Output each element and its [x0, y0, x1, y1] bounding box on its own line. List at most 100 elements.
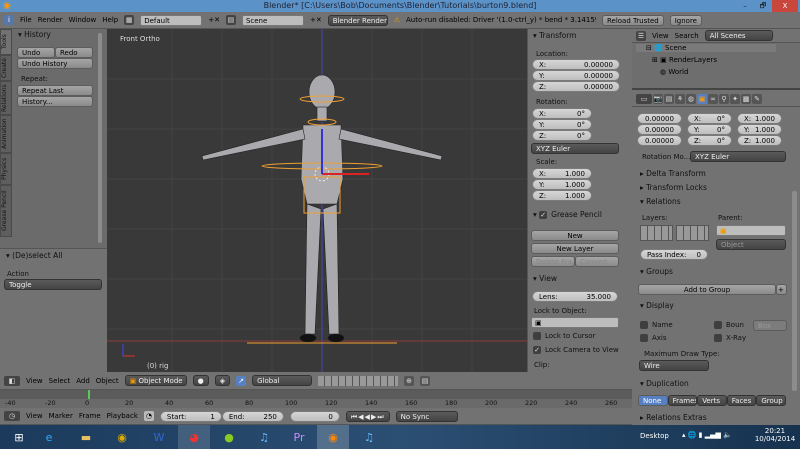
- dup-verts[interactable]: Verts: [697, 395, 727, 406]
- maximize-button[interactable]: 🗗: [754, 0, 772, 12]
- object-location-y[interactable]: 0.00000: [637, 124, 682, 135]
- minimize-button[interactable]: –: [736, 0, 754, 12]
- tab-create[interactable]: Create: [0, 55, 12, 81]
- add-group-plus-icon[interactable]: +: [776, 284, 787, 295]
- delete-frame-button[interactable]: Delete Fra...: [531, 256, 575, 267]
- word-icon[interactable]: W: [145, 425, 173, 449]
- transform-panel-title[interactable]: ▾ Transform: [533, 30, 576, 42]
- ie-icon[interactable]: e: [35, 425, 63, 449]
- outliner-item-renderlayers[interactable]: ⊞ ▣ RenderLayers: [652, 56, 717, 64]
- data-tab-icon[interactable]: ✦: [730, 93, 740, 104]
- redo-button[interactable]: Redo: [55, 47, 93, 58]
- reload-trusted-button[interactable]: Reload Trusted: [601, 14, 664, 26]
- modifiers-tab-icon[interactable]: ⚲: [719, 93, 729, 104]
- object-rotation-z[interactable]: Z: 0°: [687, 135, 732, 146]
- tool-shelf-scrollbar[interactable]: [98, 33, 102, 243]
- timeline-menu-marker[interactable]: Marker: [49, 412, 73, 420]
- tab-physics[interactable]: Physics: [0, 153, 12, 185]
- object-rotation-mode-select[interactable]: XYZ Euler: [690, 151, 786, 162]
- layout-icon[interactable]: ▦: [124, 15, 135, 25]
- tab-animation[interactable]: Animation: [0, 115, 12, 153]
- tab-tools[interactable]: Tools: [0, 29, 12, 55]
- playback-controls[interactable]: ⏮◀◀▶⏭: [345, 410, 390, 422]
- object-scale-x[interactable]: X: 1.000: [737, 113, 782, 124]
- location-y[interactable]: Y: 0.00000: [532, 70, 620, 81]
- itunes-icon[interactable]: ♫: [250, 425, 278, 449]
- explorer-icon[interactable]: ▬: [72, 425, 100, 449]
- menu-view[interactable]: View: [26, 377, 43, 385]
- undo-history-button[interactable]: Undo History: [17, 58, 93, 69]
- menu-add[interactable]: Add: [76, 377, 90, 385]
- tab-relations[interactable]: Relations: [0, 81, 12, 115]
- scene-tab-icon[interactable]: ⚘: [675, 93, 685, 104]
- scene-icon[interactable]: ▤: [225, 15, 236, 25]
- shading-select[interactable]: ●: [192, 375, 209, 386]
- scene-select[interactable]: Scene: [241, 14, 304, 26]
- object-tab-icon[interactable]: ▣: [697, 93, 707, 104]
- dup-frames[interactable]: Frames: [667, 395, 698, 406]
- location-z[interactable]: Z: 0.00000: [532, 81, 620, 92]
- object-location-x[interactable]: 0.00000: [637, 113, 682, 124]
- convert-button[interactable]: Convert: [575, 256, 619, 267]
- media-icon[interactable]: ◉: [108, 425, 136, 449]
- range-icon[interactable]: ◔: [143, 411, 154, 421]
- 3d-viewport[interactable]: Front Ortho (0) rig: [107, 29, 527, 372]
- rotation-mode-select[interactable]: XYZ Euler: [531, 143, 619, 154]
- properties-type-icon[interactable]: ▭: [636, 93, 652, 104]
- menu-window[interactable]: Window: [69, 16, 97, 24]
- dup-faces[interactable]: Faces: [726, 395, 757, 406]
- pass-index-field[interactable]: Pass Index: 0: [640, 249, 708, 260]
- close-button[interactable]: X: [772, 0, 798, 12]
- relations-extras-panel[interactable]: ▸ Relations Extras: [640, 412, 707, 424]
- menu-render[interactable]: Render: [38, 16, 63, 24]
- current-frame-field[interactable]: 0: [289, 410, 340, 422]
- timeline-menu-view[interactable]: View: [26, 412, 43, 420]
- duplication-panel-title[interactable]: ▾ Duplication: [640, 378, 689, 390]
- layers-grid-2[interactable]: [676, 225, 709, 241]
- grease-pencil-title[interactable]: ▾ ✓ Grease Pencil: [533, 209, 602, 221]
- bounds-checkbox[interactable]: Boun: [714, 320, 744, 330]
- tray-icons[interactable]: ▴ 🌐 ▮ ▂▄▆ 🔈: [682, 431, 732, 439]
- layers-tab-icon[interactable]: ▤: [664, 93, 674, 104]
- lock-object-field[interactable]: ▣: [531, 317, 619, 328]
- spotify-icon[interactable]: ●: [215, 425, 243, 449]
- object-scale-z[interactable]: Z: 1.000: [737, 135, 782, 146]
- repeat-last-button[interactable]: Repeat Last: [17, 85, 93, 96]
- axis-checkbox[interactable]: Axis: [640, 333, 667, 343]
- action-select[interactable]: Toggle: [4, 279, 102, 290]
- xray-checkbox[interactable]: X-Ray: [714, 333, 746, 343]
- scale-x[interactable]: X: 1.000: [532, 168, 592, 179]
- lens-field[interactable]: Lens: 35.000: [532, 291, 618, 302]
- operator-title[interactable]: ▾ (De)select All: [6, 250, 62, 262]
- pivot-select[interactable]: ◈: [214, 375, 231, 386]
- sync-select[interactable]: No Sync: [395, 410, 458, 422]
- itunes-icon-2[interactable]: ♫: [355, 425, 383, 449]
- dup-group[interactable]: Group: [756, 395, 786, 406]
- start-button[interactable]: ⊞: [5, 425, 33, 449]
- render-preview-icon[interactable]: ▤: [420, 375, 431, 386]
- object-rotation-x[interactable]: X: 0°: [687, 113, 732, 124]
- undo-button[interactable]: Undo: [17, 47, 55, 58]
- new-layer-button[interactable]: New Layer: [531, 243, 619, 254]
- add-layout-icon[interactable]: +✕: [208, 16, 220, 24]
- clock[interactable]: 20:21 10/04/2014: [752, 427, 798, 443]
- view-panel-title[interactable]: ▾ View: [533, 273, 557, 285]
- layout-select[interactable]: Default: [140, 14, 203, 26]
- tab-grease-pencil[interactable]: Grease Pencil: [0, 185, 12, 237]
- timeline-menu-frame[interactable]: Frame: [79, 412, 101, 420]
- snap-icon[interactable]: ⊕: [404, 375, 415, 386]
- parent-field[interactable]: ▣: [716, 225, 786, 236]
- outliner-item-world[interactable]: ◍ World: [660, 68, 688, 76]
- outliner-search-menu[interactable]: Search: [675, 32, 699, 40]
- orientation-select[interactable]: Global: [252, 375, 313, 386]
- display-panel-title[interactable]: ▾ Display: [640, 300, 674, 312]
- history-button[interactable]: History...: [17, 96, 93, 107]
- delta-transform-panel[interactable]: ▸ Delta Transform: [640, 168, 706, 180]
- parent-type-select[interactable]: Object: [716, 239, 786, 250]
- start-frame-field[interactable]: Start: 1: [159, 410, 222, 422]
- dup-none[interactable]: None: [638, 395, 668, 406]
- blender-task-icon[interactable]: ◉: [317, 425, 349, 449]
- world-tab-icon[interactable]: ◍: [686, 93, 696, 104]
- outliner-view-menu[interactable]: View: [652, 32, 669, 40]
- location-x[interactable]: X: 0.00000: [532, 59, 620, 70]
